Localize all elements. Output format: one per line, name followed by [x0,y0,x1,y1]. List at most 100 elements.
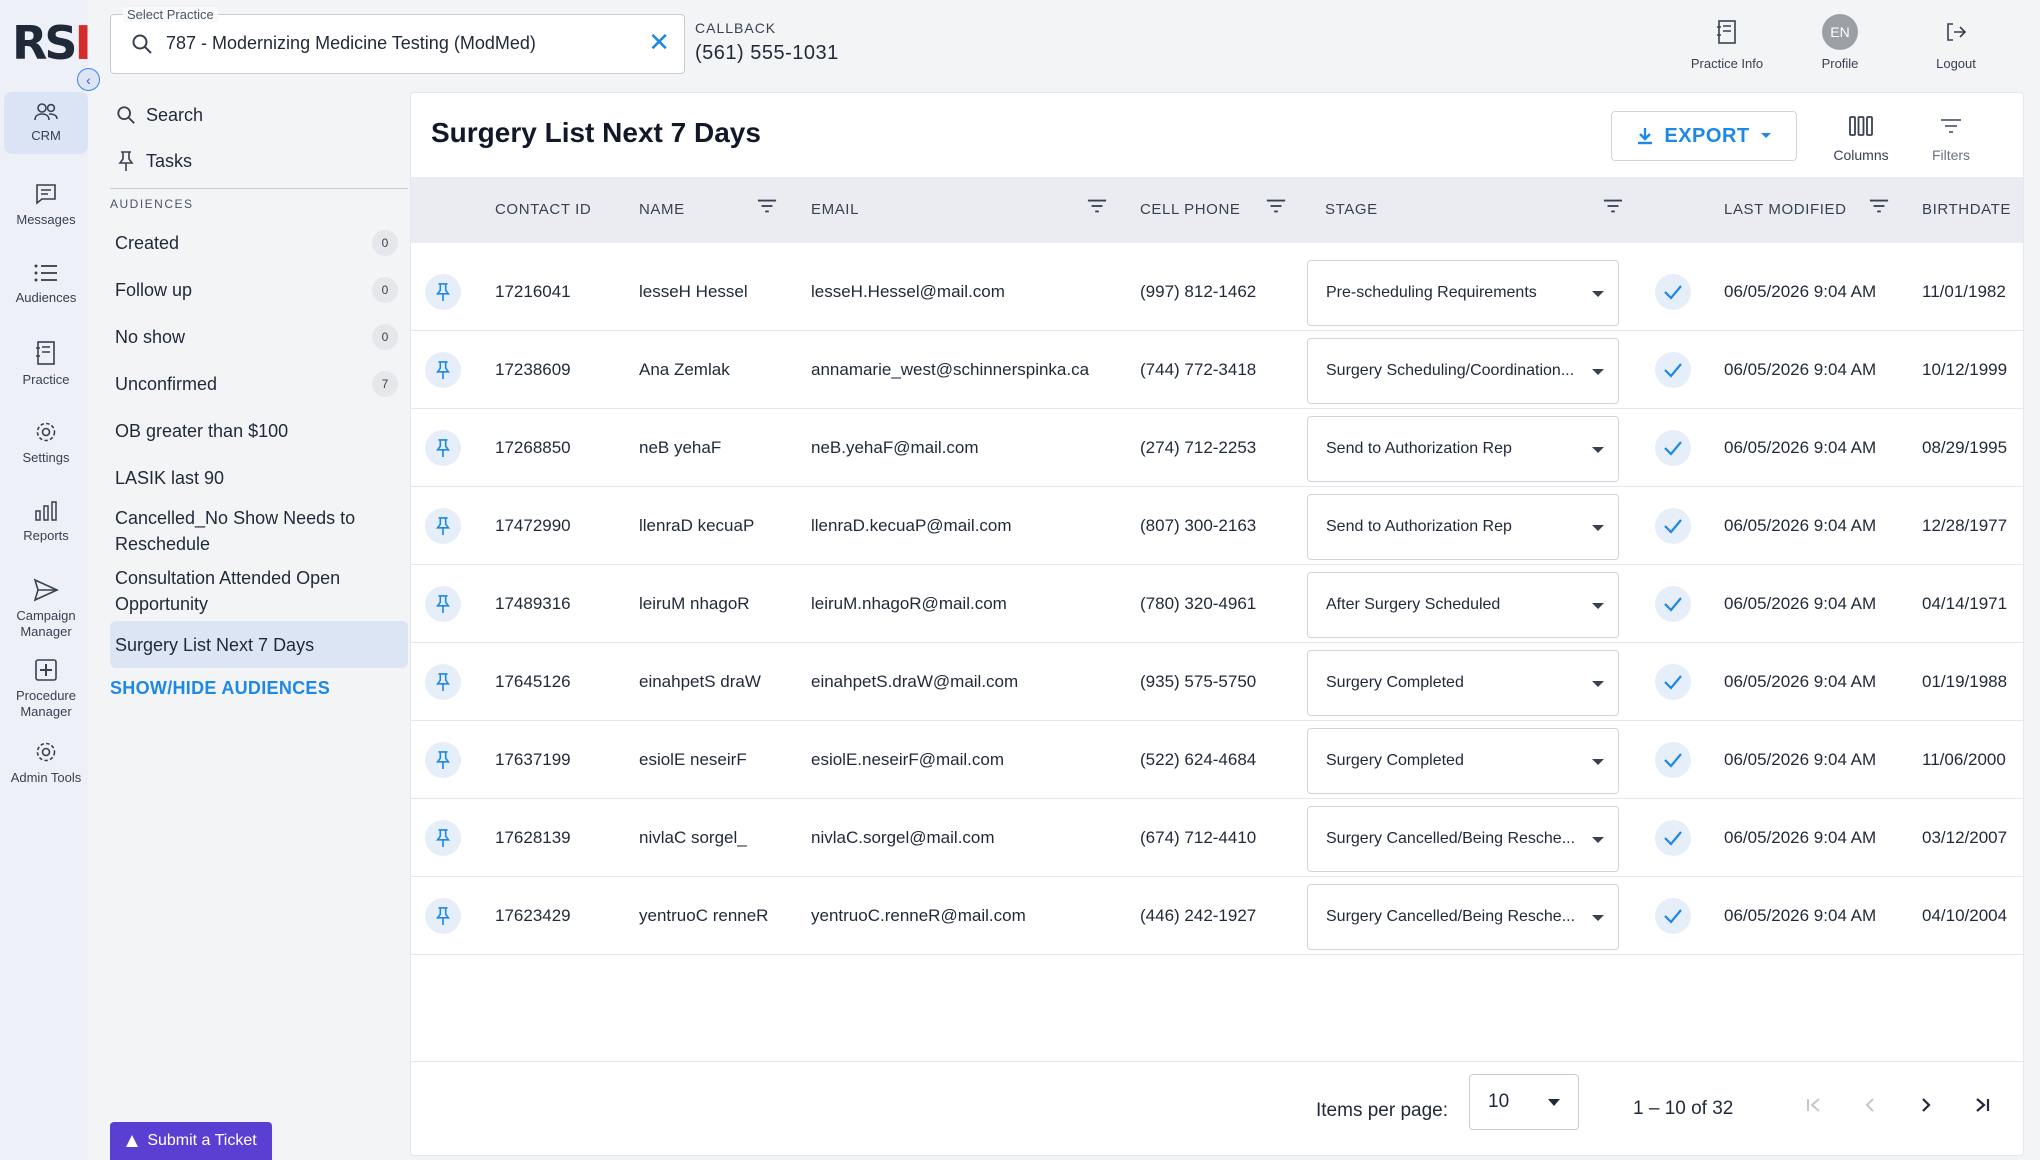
stage-value: Send to Authorization Rep [1326,518,1512,535]
pin-icon[interactable] [425,352,461,388]
audience-item-created[interactable]: Created 0 [110,219,408,266]
show-hide-audiences-link[interactable]: SHOW/HIDE AUDIENCES [110,678,408,699]
rail-messages[interactable]: Messages [4,182,88,228]
audience-item-consultation[interactable]: Consultation Attended Open Opportunity [110,561,408,621]
checkmark-icon[interactable] [1655,586,1691,622]
checkmark-icon[interactable] [1655,664,1691,700]
checkmark-icon[interactable] [1655,898,1691,934]
header-stage[interactable]: STAGE [1325,201,1378,218]
stage-select[interactable]: Surgery Scheduling/Coordination... [1307,338,1619,404]
stage-select[interactable]: After Surgery Scheduled [1307,572,1619,638]
caret-down-icon [1548,1099,1560,1106]
audience-item-no-show[interactable]: No show 0 [110,313,408,360]
checkmark-icon[interactable] [1655,508,1691,544]
audience-item-ob-greater[interactable]: OB greater than $100 [110,407,408,454]
pin-icon[interactable] [425,586,461,622]
stage-select[interactable]: Surgery Cancelled/Being Resche... [1307,884,1619,950]
submit-ticket-button[interactable]: Submit a Ticket [110,1122,272,1160]
checkmark-icon[interactable] [1655,274,1691,310]
cell-email: annamarie_west@schinnerspinka.ca [811,360,1090,379]
table-row[interactable]: 17489316 leiruM nhagoR leiruM.nhagoR@mail.… [411,567,2023,643]
pin-icon[interactable] [425,430,461,466]
table-row[interactable]: 17637199 esiolE neseirF esiolE.neseirF@mai… [411,723,2023,799]
column-filter-icon[interactable] [1869,198,1889,214]
table-row[interactable]: 17238609 Ana Zemlak annamarie_west@schinne… [411,333,2023,409]
practice-select-label: Select Practice [123,7,218,22]
stage-select[interactable]: Pre-scheduling Requirements [1307,260,1619,326]
filters-button[interactable]: Filters [1921,109,1981,163]
first-page-button[interactable] [1799,1090,1829,1120]
audience-item-follow-up[interactable]: Follow up 0 [110,266,408,313]
audience-count-badge: 0 [372,229,398,256]
nav-tasks[interactable]: Tasks [110,138,408,184]
header-birthdate[interactable]: BIRTHDATE [1922,201,2011,218]
list-icon [34,264,57,282]
stage-select[interactable]: Surgery Completed [1307,650,1619,716]
profile-button[interactable]: EN Profile [1810,14,1870,71]
export-label: EXPORT [1664,124,1750,147]
header-cell-phone[interactable]: CELL PHONE [1140,201,1240,218]
pin-icon[interactable] [425,508,461,544]
checkmark-icon[interactable] [1655,352,1691,388]
column-filter-icon[interactable] [757,198,777,214]
pin-icon[interactable] [425,742,461,778]
rail-admin-tools[interactable]: Admin Tools [4,740,88,786]
audience-item-unconfirmed[interactable]: Unconfirmed 7 [110,360,408,407]
table-row[interactable]: 17472990 llenraD kecuaP llenraD.kecuaP@mai… [411,489,2023,565]
collapse-sidebar-button[interactable]: ‹ [77,68,100,91]
practice-info-button[interactable]: Practice Info [1687,14,1767,71]
prev-page-button[interactable] [1855,1090,1885,1120]
header-contact-id[interactable]: CONTACT ID [495,201,591,218]
caret-down-icon [1760,133,1771,138]
nav-search[interactable]: Search [110,92,408,138]
audience-item-surgery-list[interactable]: Surgery List Next 7 Days [110,621,408,668]
stage-select[interactable]: Send to Authorization Rep [1307,494,1619,560]
avatar: EN [1822,14,1858,50]
audience-item-lasik[interactable]: LASIK last 90 [110,454,408,501]
next-page-button[interactable] [1911,1090,1941,1120]
rail-label: Settings [22,450,70,465]
header-email[interactable]: EMAIL [811,201,859,218]
rail-settings[interactable]: Settings [4,420,88,466]
practice-select[interactable]: Select Practice 787 - Modernizing Medici… [110,7,685,74]
audience-label: LASIK last 90 [115,467,225,488]
practice-select-value[interactable]: 787 - Modernizing Medicine Testing (ModM… [166,33,536,54]
table-row[interactable]: 17623429 yentruoC renneR yentruoC.renneR@m… [411,879,2023,955]
stage-select[interactable]: Surgery Completed [1307,728,1619,794]
items-per-page-select[interactable]: 10 [1469,1074,1579,1130]
stage-select[interactable]: Surgery Cancelled/Being Resche... [1307,806,1619,872]
pin-icon[interactable] [425,664,461,700]
export-button[interactable]: EXPORT [1611,111,1797,161]
column-filter-icon[interactable] [1266,198,1286,214]
rail-audiences[interactable]: Audiences [4,262,88,306]
clear-icon[interactable]: ✕ [648,29,670,55]
cell-name: yentruoC renneR [639,906,769,925]
column-filter-icon[interactable] [1087,198,1107,214]
columns-button[interactable]: Columns [1826,109,1896,163]
audience-item-cancelled-no-show[interactable]: Cancelled_No Show Needs to Reschedule [110,501,408,561]
rail-crm[interactable]: CRM [4,92,88,154]
checkmark-icon[interactable] [1655,742,1691,778]
stage-select[interactable]: Send to Authorization Rep [1307,416,1619,482]
table-row[interactable]: 17645126 einahpetS draW einahpetS.draW@mai… [411,645,2023,721]
filter-icon [1941,119,1961,133]
pin-icon[interactable] [425,898,461,934]
logout-button[interactable]: Logout [1926,14,1986,71]
rail-practice[interactable]: Practice [4,340,88,388]
table-row[interactable]: 17628139 nivlaC sorgel_ nivlaC.sorgel@mail… [411,801,2023,877]
rail-campaign-manager[interactable]: Campaign Manager [4,578,88,640]
chevron-left-icon [1865,1098,1874,1112]
pin-icon[interactable] [425,820,461,856]
rail-reports[interactable]: Reports [4,500,88,544]
table-row[interactable]: 17216041 lesseH Hessel lesseH.Hessel@mail.… [411,255,2023,331]
table-row[interactable]: 17268850 neB yehaF neB.yehaF@mail.com (274)… [411,411,2023,487]
rail-procedure-manager[interactable]: Procedure Manager [4,658,88,720]
last-page-button[interactable] [1967,1090,1997,1120]
column-filter-icon[interactable] [1603,198,1623,214]
header-last-modified[interactable]: LAST MODIFIED [1724,201,1847,218]
checkmark-icon[interactable] [1655,820,1691,856]
rail-label: Messages [16,212,76,227]
pin-icon[interactable] [425,274,461,310]
checkmark-icon[interactable] [1655,430,1691,466]
header-name[interactable]: NAME [639,201,685,218]
